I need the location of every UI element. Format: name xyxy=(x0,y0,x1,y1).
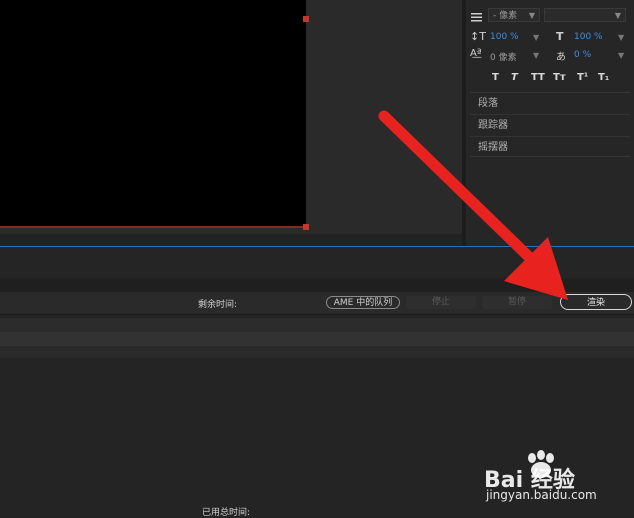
queue-in-ame-button[interactable]: AME 中的队列 xyxy=(326,296,400,309)
leading-icon: ↕T xyxy=(470,30,486,43)
canvas-bottom-edge xyxy=(0,226,306,228)
panel-tab-strip xyxy=(0,278,634,292)
chevron-down-icon: ▼ xyxy=(614,11,621,20)
render-button[interactable]: 渲染 xyxy=(560,294,632,310)
tracking-value[interactable]: 100 % xyxy=(574,32,603,42)
queue-row[interactable] xyxy=(0,318,634,332)
leading-value[interactable]: 100 % xyxy=(490,32,519,42)
chevron-down-icon: ▼ xyxy=(528,11,535,20)
font-size-unit-dropdown[interactable]: - 像素 ▼ xyxy=(488,8,540,22)
subscript-button[interactable]: T₁ xyxy=(598,72,609,83)
font-size-unit-value: - 像素 xyxy=(493,11,518,21)
remaining-time-label: 剩余时间: xyxy=(198,300,238,310)
canvas-handle-bottom-right[interactable] xyxy=(303,224,309,230)
faux-bold-button[interactable]: T xyxy=(492,72,499,83)
all-caps-button[interactable]: TT xyxy=(531,72,545,83)
font-style-dropdown[interactable]: ▼ xyxy=(544,8,626,22)
composition-canvas[interactable] xyxy=(0,0,306,228)
paw-icon xyxy=(524,450,558,480)
baseline-value[interactable]: 0 像素 xyxy=(490,50,517,63)
tsume-value[interactable]: 0 % xyxy=(574,50,591,60)
elapsed-time-label: 已用总时间: xyxy=(202,508,251,518)
stop-button[interactable]: 停止 xyxy=(406,296,476,309)
chevron-down-icon[interactable]: ▼ xyxy=(533,51,539,60)
pause-button[interactable]: 暂停 xyxy=(482,296,552,309)
panel-band xyxy=(0,248,634,278)
paragraph-section[interactable]: 段落 xyxy=(470,92,630,113)
watermark-url: jingyan.baidu.com xyxy=(486,488,597,502)
baseline-shift-icon: A͟ª xyxy=(470,48,482,59)
faux-italic-button[interactable]: T xyxy=(511,72,518,83)
wiggler-section[interactable]: 摇摆器 xyxy=(470,136,630,157)
menu-icon[interactable] xyxy=(470,8,484,22)
small-caps-button[interactable]: Tт xyxy=(553,72,566,83)
chevron-down-icon[interactable]: ▼ xyxy=(618,33,624,42)
chevron-down-icon[interactable]: ▼ xyxy=(618,51,624,60)
queue-row[interactable] xyxy=(0,332,634,346)
tsume-icon: あ xyxy=(556,52,566,63)
tracker-section[interactable]: 跟踪器 xyxy=(470,114,630,135)
panel-focus-line xyxy=(0,246,634,247)
superscript-button[interactable]: T¹ xyxy=(577,72,588,83)
tracking-icon: T xyxy=(556,30,564,43)
queue-row[interactable] xyxy=(0,346,634,358)
chevron-down-icon[interactable]: ▼ xyxy=(533,33,539,42)
canvas-handle-top-right[interactable] xyxy=(303,16,309,22)
